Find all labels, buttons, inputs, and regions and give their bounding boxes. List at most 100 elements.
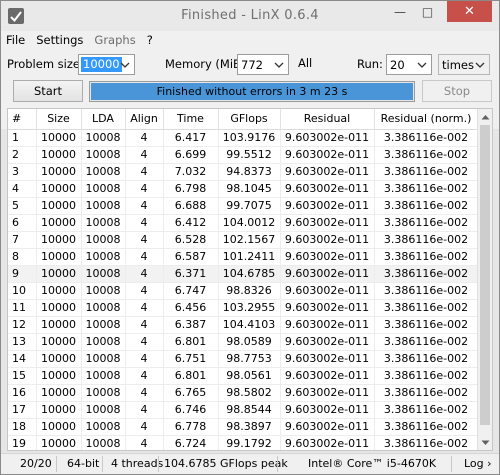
table-row[interactable]: 16 10000 10008 4 6.765 98.5802 9.603002e-011 3.… [8,384,479,402]
table-cell: 10000 [36,282,82,300]
menu-file[interactable]: File [6,33,25,47]
table-cell: 9.603002e-011 [280,350,375,368]
table-cell: 10008 [81,435,126,450]
table-cell: 4 [125,299,164,317]
table-cell: 3.386116e-002 [374,384,479,402]
menu-graphs[interactable]: Graphs [94,33,135,47]
table-cell: 6.371 [163,265,219,283]
table-row[interactable]: 8 10000 10008 4 6.587 101.2411 9.603002e-011 3.… [8,248,479,266]
table-cell: 4 [125,435,164,450]
chevron-down-icon [273,59,285,71]
table-cell: 4 [125,384,164,402]
table-row[interactable]: 9 10000 10008 4 6.371 104.6785 9.603002e-011 3.… [8,265,479,283]
table-row[interactable]: 1 10000 10008 4 6.417 103.9176 9.603002e-011 3.… [8,129,479,147]
table-row[interactable]: 10 10000 10008 4 6.747 98.8326 9.603002e-011 3.… [8,282,479,300]
table-cell: 4 [125,231,164,249]
scroll-down-icon[interactable] [478,435,492,450]
table-row[interactable]: 17 10000 10008 4 6.746 98.8544 9.603002e-011 3.… [8,401,479,419]
table-cell: 6.412 [163,214,219,232]
column-header[interactable]: Residual (norm.) [374,109,479,130]
table-cell: 9.603002e-011 [280,418,375,436]
table-row[interactable]: 19 10000 10008 4 6.724 99.1792 9.603002e-011 3.… [8,435,479,450]
progress-status-text: Finished without errors in 3 m 23 s [156,85,348,98]
memory-all-label[interactable]: All [298,56,312,70]
table-cell: 7 [8,231,37,249]
table-row[interactable]: 13 10000 10008 4 6.801 98.0589 9.603002e-011 3.… [8,333,479,351]
table-cell: 6.417 [163,129,219,147]
maximize-button[interactable]: □ [414,1,441,22]
table-cell: 10000 [36,299,82,317]
table-row[interactable]: 12 10000 10008 4 6.387 104.4103 9.603002e-011 3… [8,316,479,334]
table-cell: 4 [125,146,164,164]
column-header[interactable]: LDA [81,109,126,130]
table-cell: 104.4103 [218,316,281,334]
table-cell: 6.801 [163,367,219,385]
vertical-scrollbar[interactable] [477,109,492,450]
close-button[interactable]: ✕ [447,1,492,22]
table-cell: 6.456 [163,299,219,317]
table-cell: 10008 [81,282,126,300]
table-cell: 7.032 [163,163,219,181]
table-cell: 1 [8,129,37,147]
minimize-button[interactable]: — [386,1,414,22]
table-cell: 6.746 [163,401,219,419]
stop-button[interactable]: Stop [422,80,492,102]
table-row[interactable]: 14 10000 10008 4 6.751 98.7753 9.603002e-011 3.… [8,350,479,368]
table-cell: 3.386116e-002 [374,333,479,351]
table-cell: 6.765 [163,384,219,402]
title-bar[interactable]: Finished - LinX 0.6.4 — □ ✕ [1,1,499,31]
memory-value: 772 [241,58,263,72]
table-cell: 9 [8,265,37,283]
table-row[interactable]: 11 10000 10008 4 6.456 103.2955 9.603002e-011 3… [8,299,479,317]
column-header[interactable]: GFlops [218,109,281,130]
table-cell: 12 [8,316,37,334]
table-cell: 9.603002e-011 [280,384,375,402]
table-cell: 10 [8,282,37,300]
column-header[interactable]: Time [163,109,219,130]
table-cell: 9.603002e-011 [280,248,375,266]
scrollbar-thumb[interactable] [480,125,490,425]
run-label: Run: [357,57,383,71]
table-row[interactable]: 7 10000 10008 4 6.528 102.1567 9.603002e-011 3.… [8,231,479,249]
table-cell: 4 [125,265,164,283]
run-count-select[interactable]: 20 [386,54,432,75]
table-row[interactable]: 4 10000 10008 4 6.798 98.1045 9.603002e-011 3.3… [8,180,479,198]
table-row[interactable]: 3 10000 10008 4 7.032 94.8373 9.603002e-011 3.3… [8,163,479,181]
column-header[interactable]: Align [125,109,164,130]
run-unit-select[interactable]: times [438,54,490,75]
table-row[interactable]: 15 10000 10008 4 6.801 98.0561 9.603002e-011 3.… [8,367,479,385]
memory-select[interactable]: 772 [237,54,289,75]
table-cell: 6.747 [163,282,219,300]
table-cell: 18 [8,418,37,436]
table-cell: 6.699 [163,146,219,164]
menu-settings[interactable]: Settings [36,33,83,47]
column-header[interactable]: # [8,109,37,130]
table-row[interactable]: 2 10000 10008 4 6.699 99.5512 9.603002e-011 3.3… [8,146,479,164]
results-table[interactable]: # Size LDA Align Time GFlops Residual Re… [7,108,493,451]
table-row[interactable]: 18 10000 10008 4 6.778 98.3897 9.603002e-011 3.… [8,418,479,436]
table-cell: 6.688 [163,197,219,215]
table-cell: 10008 [81,384,126,402]
log-button[interactable]: Log › [464,457,492,470]
table-row[interactable]: 6 10000 10008 4 6.412 104.0012 9.603002e-011 3.… [8,214,479,232]
table-cell: 3.386116e-002 [374,265,479,283]
table-cell: 3 [8,163,37,181]
column-header[interactable]: Residual [280,109,375,130]
table-cell: 3.386116e-002 [374,435,479,450]
table-cell: 9.603002e-011 [280,401,375,419]
table-cell: 10000 [36,401,82,419]
table-row[interactable]: 5 10000 10008 4 6.688 99.7075 9.603002e-011 3.3… [8,197,479,215]
problem-size-select[interactable]: 10000 [78,54,135,75]
table-cell: 9.603002e-011 [280,435,375,450]
table-cell: 10000 [36,180,82,198]
table-cell: 10008 [81,299,126,317]
start-button[interactable]: Start [13,80,83,102]
menu-help[interactable]: ? [147,33,153,47]
scroll-up-icon[interactable] [478,109,492,124]
chevron-down-icon [474,59,486,71]
column-header[interactable]: Size [36,109,82,130]
table-cell: 9.603002e-011 [280,265,375,283]
table-cell: 10008 [81,265,126,283]
table-cell: 3.386116e-002 [374,367,479,385]
table-cell: 4 [125,129,164,147]
